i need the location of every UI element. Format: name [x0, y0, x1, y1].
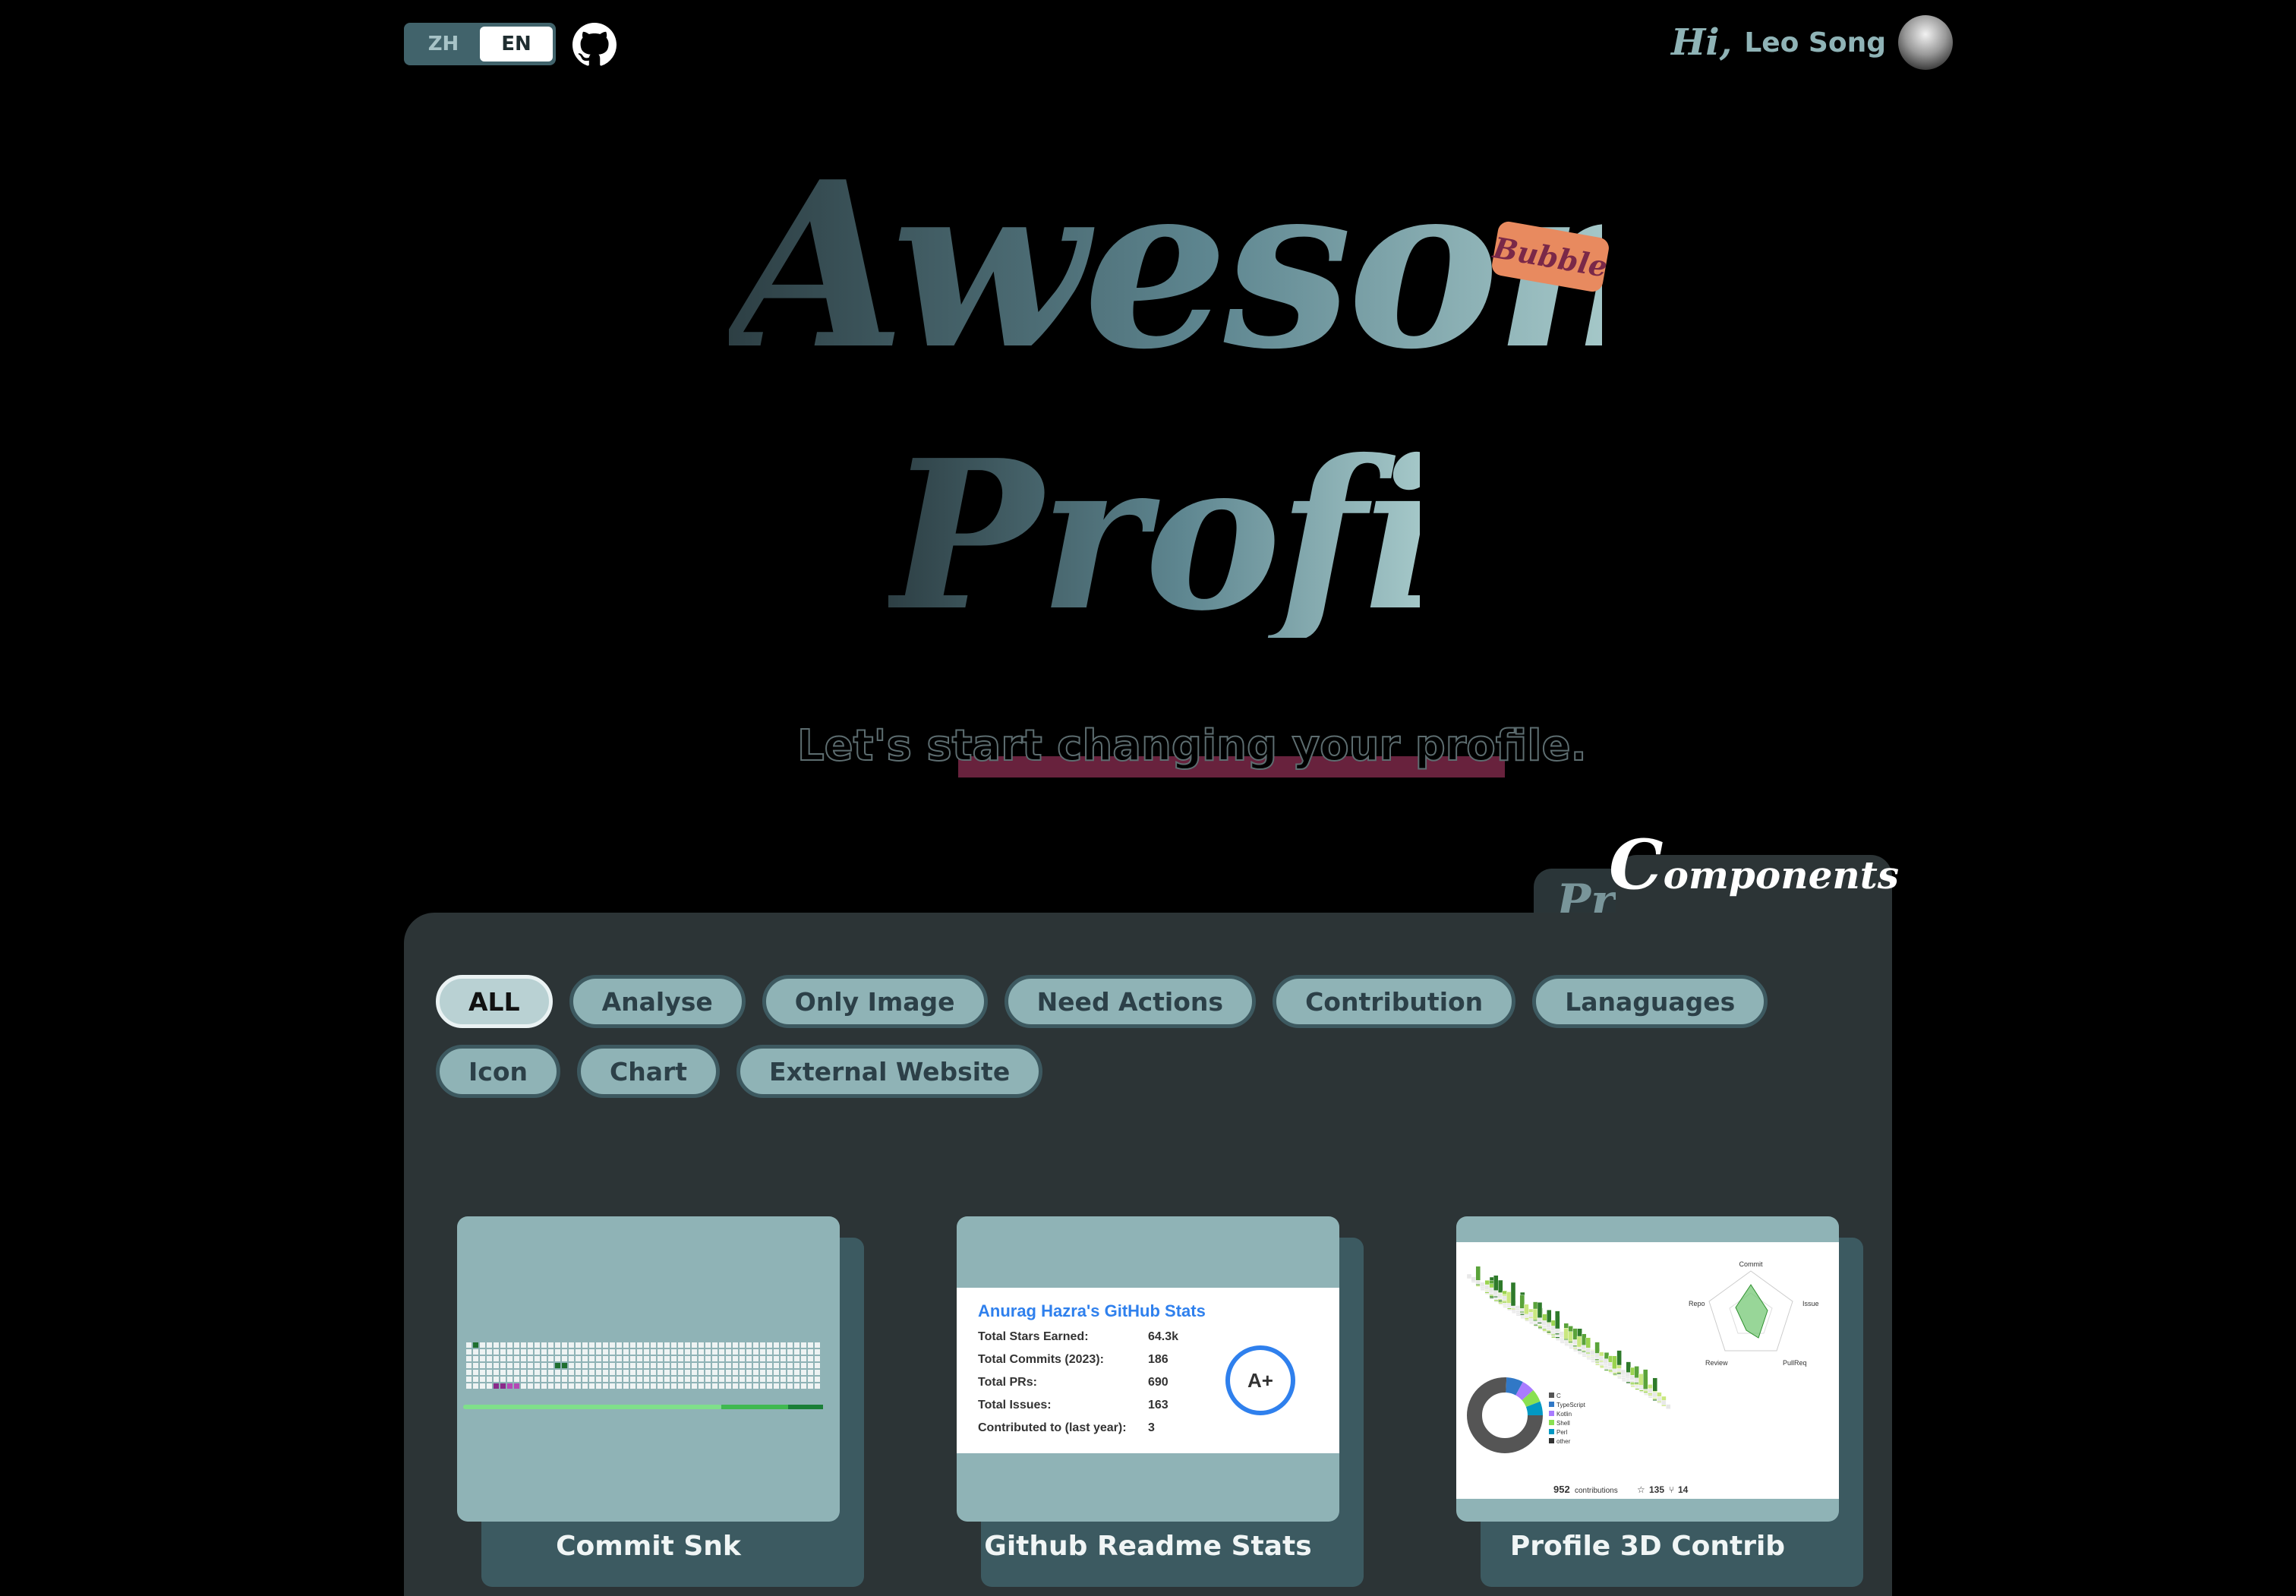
- lang-legend: TypeScript: [1556, 1402, 1586, 1408]
- filter-contribution[interactable]: Contribution: [1273, 975, 1516, 1028]
- radar-label: Issue: [1802, 1300, 1819, 1307]
- stats-row: Contributed to (last year): 3: [978, 1421, 1155, 1434]
- lang-legend: Perl: [1556, 1429, 1567, 1436]
- filter-icon[interactable]: Icon: [436, 1045, 561, 1098]
- star-count: 135: [1649, 1484, 1664, 1495]
- card-commit-snk[interactable]: [457, 1216, 840, 1522]
- contrib-3d-preview: Commit Issue PullReq Review Repo C TypeS…: [1456, 1242, 1839, 1499]
- greeting-hi: Hi,: [1671, 21, 1733, 64]
- card-title-readme-stats: Github Readme Stats: [984, 1531, 1312, 1562]
- filter-all[interactable]: ALL: [436, 975, 553, 1028]
- fork-icon: ⑂: [1669, 1484, 1674, 1495]
- fork-count: 14: [1678, 1484, 1689, 1495]
- contrib-count: 952: [1553, 1484, 1570, 1495]
- grade-ring: A+: [1225, 1345, 1295, 1415]
- tab-components[interactable]: Components: [1609, 825, 1899, 916]
- filter-only-image[interactable]: Only Image: [762, 975, 988, 1028]
- lang-legend: other: [1556, 1438, 1571, 1445]
- lang-legend: C: [1556, 1393, 1561, 1399]
- radar-label: PullReq: [1783, 1359, 1807, 1367]
- star-icon: ☆: [1637, 1484, 1645, 1495]
- radar-label: Review: [1705, 1359, 1728, 1367]
- hero-subtitle: Let's start changing your profile.: [796, 721, 1588, 771]
- lang-legend: Shell: [1556, 1420, 1570, 1427]
- stats-preview: Anurag Hazra's GitHub Stats Total Stars …: [957, 1288, 1339, 1453]
- user-name: Leo Song: [1744, 27, 1886, 58]
- card-3d-contrib[interactable]: Commit Issue PullReq Review Repo C TypeS…: [1456, 1216, 1839, 1522]
- radar-label: Repo: [1689, 1300, 1705, 1307]
- tab-components-label: Components: [1609, 825, 1899, 905]
- radar-label: Commit: [1739, 1260, 1763, 1268]
- filter-analyse[interactable]: Analyse: [569, 975, 746, 1028]
- card-readme-stats[interactable]: Anurag Hazra's GitHub Stats Total Stars …: [957, 1216, 1339, 1522]
- user-greeting[interactable]: Hi, Leo Song: [1671, 15, 1953, 70]
- github-icon[interactable]: [572, 23, 617, 67]
- stats-heading: Anurag Hazra's GitHub Stats: [978, 1301, 1206, 1320]
- filter-chips: ALL Analyse Only Image Need Actions Cont…: [436, 975, 1878, 1098]
- lang-option-en[interactable]: EN: [480, 27, 553, 62]
- hero-title-line2: Profile: [888, 415, 1643, 656]
- filter-languages[interactable]: Lanaguages: [1532, 975, 1768, 1028]
- card-title-3d-contrib: Profile 3D Contrib: [1509, 1531, 1786, 1562]
- filter-external-website[interactable]: External Website: [736, 1045, 1043, 1098]
- lang-legend: Kotlin: [1556, 1411, 1572, 1418]
- language-toggle[interactable]: ZH EN: [404, 23, 556, 65]
- lang-option-zh[interactable]: ZH: [407, 27, 480, 62]
- snake-preview-image: [463, 1342, 823, 1409]
- filter-chart[interactable]: Chart: [577, 1045, 721, 1098]
- avatar[interactable]: [1898, 15, 1953, 70]
- stats-row: Total Stars Earned: 64.3k: [978, 1330, 1179, 1343]
- contrib-count-label: contributions: [1575, 1487, 1618, 1495]
- hero-title-line1: Awesome: [729, 131, 1876, 399]
- card-title-commit-snk: Commit Snk: [556, 1531, 741, 1562]
- filter-need-actions[interactable]: Need Actions: [1004, 975, 1257, 1028]
